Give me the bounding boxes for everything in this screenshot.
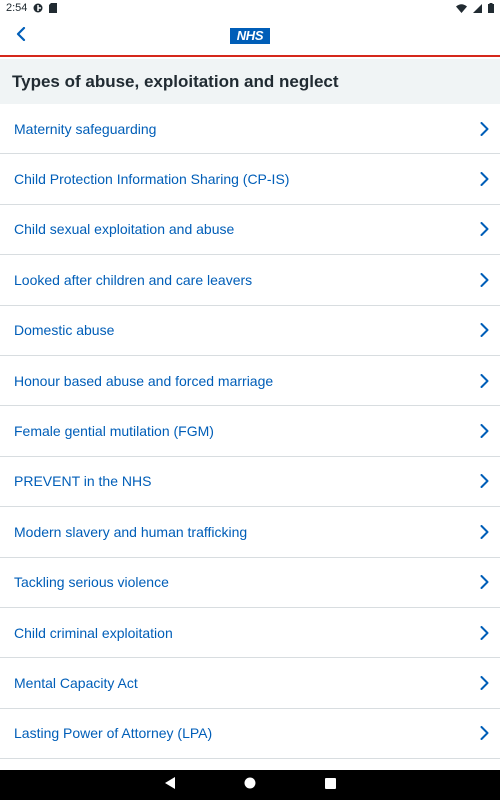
list-item-label: Looked after children and care leavers bbox=[14, 271, 253, 288]
list-item-label: Female gential mutilation (FGM) bbox=[14, 423, 214, 440]
nav-home-button[interactable] bbox=[242, 777, 258, 793]
list-item-label: Child sexual exploitation and abuse bbox=[14, 221, 235, 238]
list-item[interactable]: Domestic abuse bbox=[0, 305, 500, 356]
status-time: 2:54 bbox=[6, 2, 28, 14]
list-item-label: Maternity safeguarding bbox=[14, 120, 157, 137]
list-item-label: Child Protection Information Sharing (CP… bbox=[14, 171, 290, 188]
list-item[interactable]: PREVENT in the NHS bbox=[0, 456, 500, 508]
list-item-label: Honour based abuse and forced marriage bbox=[14, 372, 274, 389]
app-notification-icon bbox=[33, 3, 43, 13]
status-bar: 2:54 bbox=[0, 0, 500, 16]
cellular-signal-icon bbox=[473, 3, 482, 13]
chevron-right-icon bbox=[478, 424, 490, 439]
nhs-logo-text: NHS bbox=[236, 28, 264, 43]
sim-card-icon bbox=[49, 3, 58, 13]
back-triangle-icon bbox=[164, 776, 176, 795]
app-bar: NHS bbox=[0, 16, 500, 57]
list-item-label: Domestic abuse bbox=[14, 322, 115, 339]
chevron-right-icon bbox=[478, 172, 490, 187]
nav-recents-button[interactable] bbox=[322, 777, 338, 793]
page-title: Types of abuse, exploitation and neglect bbox=[12, 71, 339, 91]
list-item[interactable]: Maternity safeguarding bbox=[0, 104, 500, 155]
list-item-label: PREVENT in the NHS bbox=[14, 473, 152, 490]
list-item-label: Lasting Power of Attorney (LPA) bbox=[14, 725, 213, 742]
chevron-right-icon bbox=[478, 524, 490, 539]
back-button[interactable] bbox=[6, 20, 36, 52]
chevron-right-icon bbox=[478, 373, 490, 388]
home-circle-icon bbox=[244, 776, 256, 794]
system-nav-bar bbox=[0, 770, 500, 800]
battery-icon bbox=[488, 3, 494, 13]
chevron-right-icon bbox=[478, 726, 490, 741]
chevron-right-icon bbox=[478, 575, 490, 590]
chevron-right-icon bbox=[478, 474, 490, 489]
wifi-icon bbox=[456, 3, 467, 13]
list-item[interactable]: Mental Capacity Act bbox=[0, 658, 500, 709]
nav-back-button[interactable] bbox=[162, 776, 178, 795]
recents-square-icon bbox=[324, 776, 336, 794]
list-item[interactable]: Child criminal exploitation bbox=[0, 607, 500, 659]
chevron-right-icon bbox=[478, 323, 490, 338]
chevron-right-icon bbox=[478, 625, 490, 640]
list-item[interactable]: Honour based abuse and forced marriage bbox=[0, 355, 500, 407]
chevron-left-icon bbox=[16, 26, 26, 46]
list-item[interactable]: Lasting Power of Attorney (LPA) bbox=[0, 708, 500, 760]
page-header: Types of abuse, exploitation and neglect bbox=[0, 59, 500, 104]
list-item-label: Child criminal exploitation bbox=[14, 624, 173, 641]
list-item[interactable]: Child sexual exploitation and abuse bbox=[0, 204, 500, 256]
chevron-right-icon bbox=[478, 222, 490, 237]
list-item-label: Mental Capacity Act bbox=[14, 674, 138, 691]
chevron-right-icon bbox=[478, 675, 490, 690]
list-item[interactable]: Tackling serious violence bbox=[0, 557, 500, 608]
nhs-logo: NHS bbox=[230, 27, 270, 44]
list-item[interactable]: Female gential mutilation (FGM) bbox=[0, 406, 500, 457]
list-item[interactable]: Modern slavery and human trafficking bbox=[0, 507, 500, 558]
list-item-label: Modern slavery and human trafficking bbox=[14, 523, 248, 540]
topic-list: Maternity safeguarding Child Protection I… bbox=[0, 104, 500, 770]
list-item[interactable]: Child Protection Information Sharing (CP… bbox=[0, 154, 500, 205]
chevron-right-icon bbox=[478, 272, 490, 287]
chevron-right-icon bbox=[478, 121, 490, 136]
list-item-label: Tackling serious violence bbox=[14, 574, 169, 591]
list-item[interactable]: Looked after children and care leavers bbox=[0, 255, 500, 306]
